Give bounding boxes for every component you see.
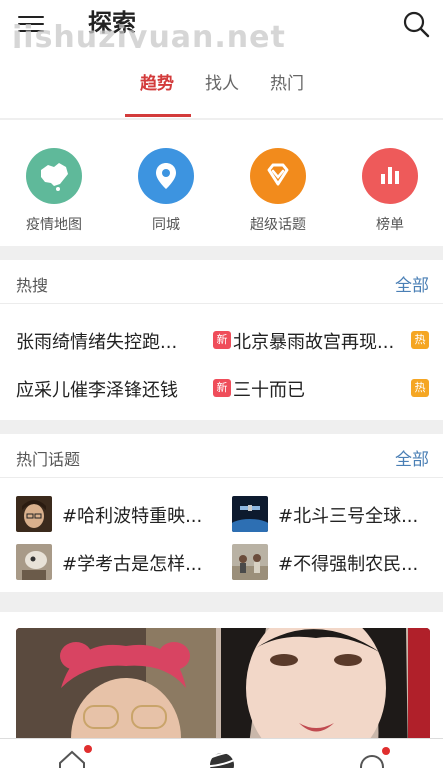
topic-item[interactable]: #哈利波特重映... [16, 496, 216, 534]
search-icon[interactable] [400, 8, 432, 40]
topic-text: #不得强制农民... [278, 554, 419, 575]
hot-search-item[interactable]: 北京暴雨故宫再现... 热 [233, 326, 429, 356]
shortcut-label: 超级话题 [250, 217, 306, 233]
shortcut-local[interactable]: 同城 [126, 148, 206, 238]
hot-badge: 热 [411, 331, 429, 349]
topic-text: #北斗三号全球... [278, 506, 419, 527]
topic-item[interactable]: #不得强制农民... [232, 544, 432, 582]
shortcut-super-topic[interactable]: 超级话题 [238, 148, 318, 238]
explore-page: 探索 jishuziyuan.net 趋势 找人 热门 疫情地图 同城 超级话题… [0, 0, 443, 768]
notification-dot [382, 747, 390, 755]
tab-find-people[interactable]: 找人 [205, 72, 239, 96]
map-icon [26, 148, 82, 204]
satellite-thumbnail [232, 496, 268, 532]
card-title: 热门话题 [16, 450, 81, 469]
topic-text: #哈利波特重映... [62, 506, 203, 527]
tab-popular[interactable]: 热门 [270, 72, 304, 96]
harry-potter-thumbnail [16, 496, 52, 532]
topic-item[interactable]: #北斗三号全球... [232, 496, 432, 534]
card-title: 热搜 [16, 276, 49, 295]
bar-chart-icon [362, 148, 418, 204]
hot-search-text: 应采儿催李泽锋还钱 [16, 380, 178, 401]
farmers-thumbnail [232, 544, 268, 580]
notification-dot [84, 745, 92, 753]
hot-search-item[interactable]: 张雨绮情绪失控跑... 新 [16, 326, 231, 356]
tab-trending[interactable]: 趋势 [140, 72, 174, 96]
nav-discover[interactable] [201, 747, 243, 768]
archaeology-thumbnail [16, 544, 52, 580]
page-title: 探索 [88, 9, 136, 37]
card-header: 热搜 全部 [0, 260, 443, 304]
diamond-icon [250, 148, 306, 204]
hot-search-text: 北京暴雨故宫再现... [233, 332, 395, 353]
shortcut-label: 榜单 [376, 217, 404, 233]
hot-search-text: 张雨绮情绪失控跑... [16, 332, 178, 353]
topic-text: #学考古是怎样... [62, 554, 203, 575]
shortcut-label: 疫情地图 [26, 217, 82, 233]
nav-messages[interactable] [356, 747, 396, 768]
shortcut-epidemic-map[interactable]: 疫情地图 [14, 148, 94, 238]
nav-home[interactable] [56, 745, 96, 768]
top-bar: 探索 [0, 0, 443, 48]
hot-search-item[interactable]: 三十而已 热 [233, 374, 429, 404]
menu-icon[interactable] [18, 14, 46, 36]
hot-search-text: 三十而已 [233, 380, 305, 401]
view-all-link[interactable]: 全部 [395, 271, 429, 296]
hot-badge: 热 [411, 379, 429, 397]
active-tab-indicator [125, 114, 191, 117]
topic-item[interactable]: #学考古是怎样... [16, 544, 216, 582]
shortcut-label: 同城 [152, 217, 180, 233]
hot-topics-card: 热门话题 全部 #哈利波特重映... #北斗三号全球... #学考古是怎样...… [0, 434, 443, 592]
bottom-navigation [0, 738, 443, 768]
new-badge: 新 [213, 379, 231, 397]
view-all-link[interactable]: 全部 [395, 445, 429, 470]
shortcut-rankings[interactable]: 榜单 [350, 148, 430, 238]
location-pin-icon [138, 148, 194, 204]
tab-bar: 趋势 找人 热门 [0, 48, 443, 118]
shortcut-grid: 疫情地图 同城 超级话题 榜单 [0, 120, 443, 246]
hot-search-item[interactable]: 应采儿催李泽锋还钱 新 [16, 374, 231, 404]
hot-search-card: 热搜 全部 张雨绮情绪失控跑... 新 北京暴雨故宫再现... 热 应采儿催李泽… [0, 260, 443, 420]
discover-planet-icon [201, 750, 243, 768]
card-header: 热门话题 全部 [0, 434, 443, 478]
new-badge: 新 [213, 331, 231, 349]
